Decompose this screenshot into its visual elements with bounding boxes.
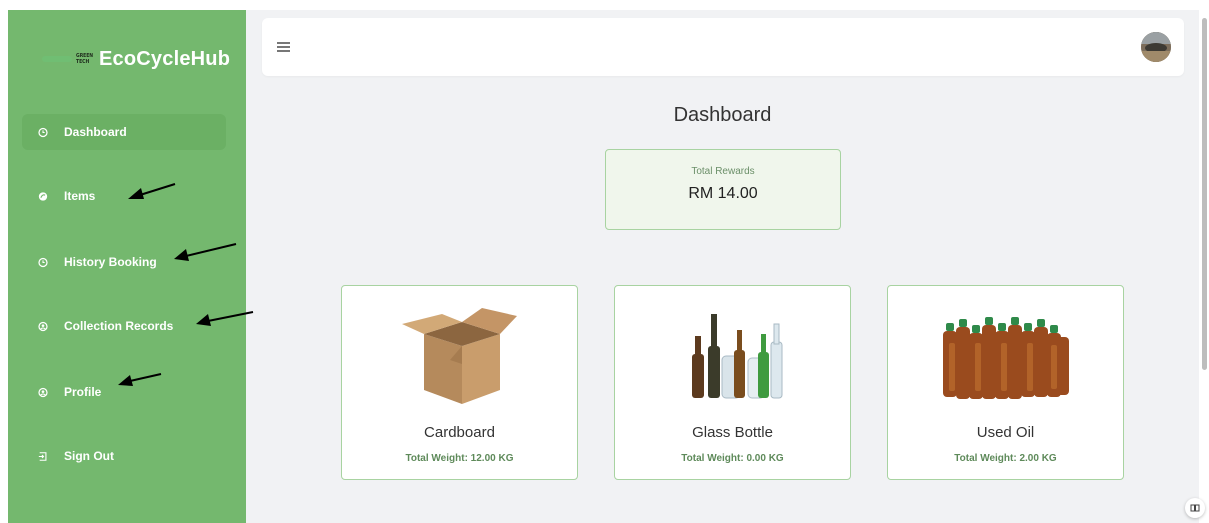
sidebar-item-label: History Booking	[64, 255, 157, 269]
sidebar-item-items[interactable]: Items	[22, 178, 226, 214]
sidebar-item-sign-out[interactable]: Sign Out	[22, 438, 226, 474]
item-card-glass-bottle[interactable]: Glass Bottle Total Weight: 0.00 KG	[614, 285, 851, 480]
sidebar-item-label: Items	[64, 189, 96, 203]
brand-name: EcoCycleHub	[99, 47, 231, 70]
rewards-label: Total Rewards	[691, 166, 755, 177]
user-avatar[interactable]	[1141, 32, 1171, 62]
sidebar-item-label: Sign Out	[64, 449, 114, 463]
total-rewards-card: Total Rewards RM 14.00	[605, 149, 841, 230]
sidebar-item-label: Collection Records	[64, 319, 174, 333]
card-title: Cardboard	[424, 424, 495, 441]
sidebar-item-dashboard[interactable]: Dashboard	[22, 114, 226, 150]
clock-icon	[38, 127, 48, 137]
user-circle-icon	[38, 321, 48, 331]
history-icon	[38, 257, 48, 267]
hamburger-icon[interactable]	[277, 42, 290, 52]
glass-bottles-image	[615, 300, 850, 412]
main-content: Dashboard Total Rewards RM 14.00 Cardboa…	[246, 10, 1199, 523]
sign-out-icon	[38, 451, 48, 461]
top-bar	[262, 18, 1184, 76]
card-title: Glass Bottle	[692, 424, 773, 441]
brand-logo[interactable]: GREEN TECH EcoCycleHub	[42, 46, 230, 72]
logo-mark-line2: TECH	[76, 59, 90, 65]
cardboard-box-image	[342, 300, 577, 412]
item-card-used-oil[interactable]: Used Oil Total Weight: 2.00 KG	[887, 285, 1124, 480]
item-card-cardboard[interactable]: Cardboard Total Weight: 12.00 KG	[341, 285, 578, 480]
card-weight: Total Weight: 2.00 KG	[954, 453, 1057, 464]
leaf-icon	[42, 56, 72, 62]
sidebar-item-collection-records[interactable]: Collection Records	[22, 308, 226, 344]
sidebar-item-label: Profile	[64, 385, 102, 399]
user-circle-icon	[38, 387, 48, 397]
green-tech-mark: GREEN TECH	[76, 51, 93, 67]
sidebar-item-profile[interactable]: Profile	[22, 374, 226, 410]
page-title: Dashboard	[673, 104, 772, 126]
sidebar: GREEN TECH EcoCycleHub Dashboard Items H…	[8, 10, 246, 523]
sidebar-item-history-booking[interactable]: History Booking	[22, 244, 226, 280]
sidebar-item-label: Dashboard	[64, 125, 127, 139]
card-title: Used Oil	[976, 424, 1035, 441]
rewards-value: RM 14.00	[688, 185, 758, 202]
scrollbar-thumb[interactable]	[1202, 18, 1207, 370]
card-weight: Total Weight: 12.00 KG	[405, 453, 514, 464]
app-window: GREEN TECH EcoCycleHub Dashboard Items H…	[0, 0, 1209, 523]
recycle-icon	[38, 191, 48, 201]
used-oil-bottles-image	[888, 300, 1123, 412]
reader-mode-icon[interactable]	[1185, 498, 1205, 518]
card-weight: Total Weight: 0.00 KG	[681, 453, 784, 464]
